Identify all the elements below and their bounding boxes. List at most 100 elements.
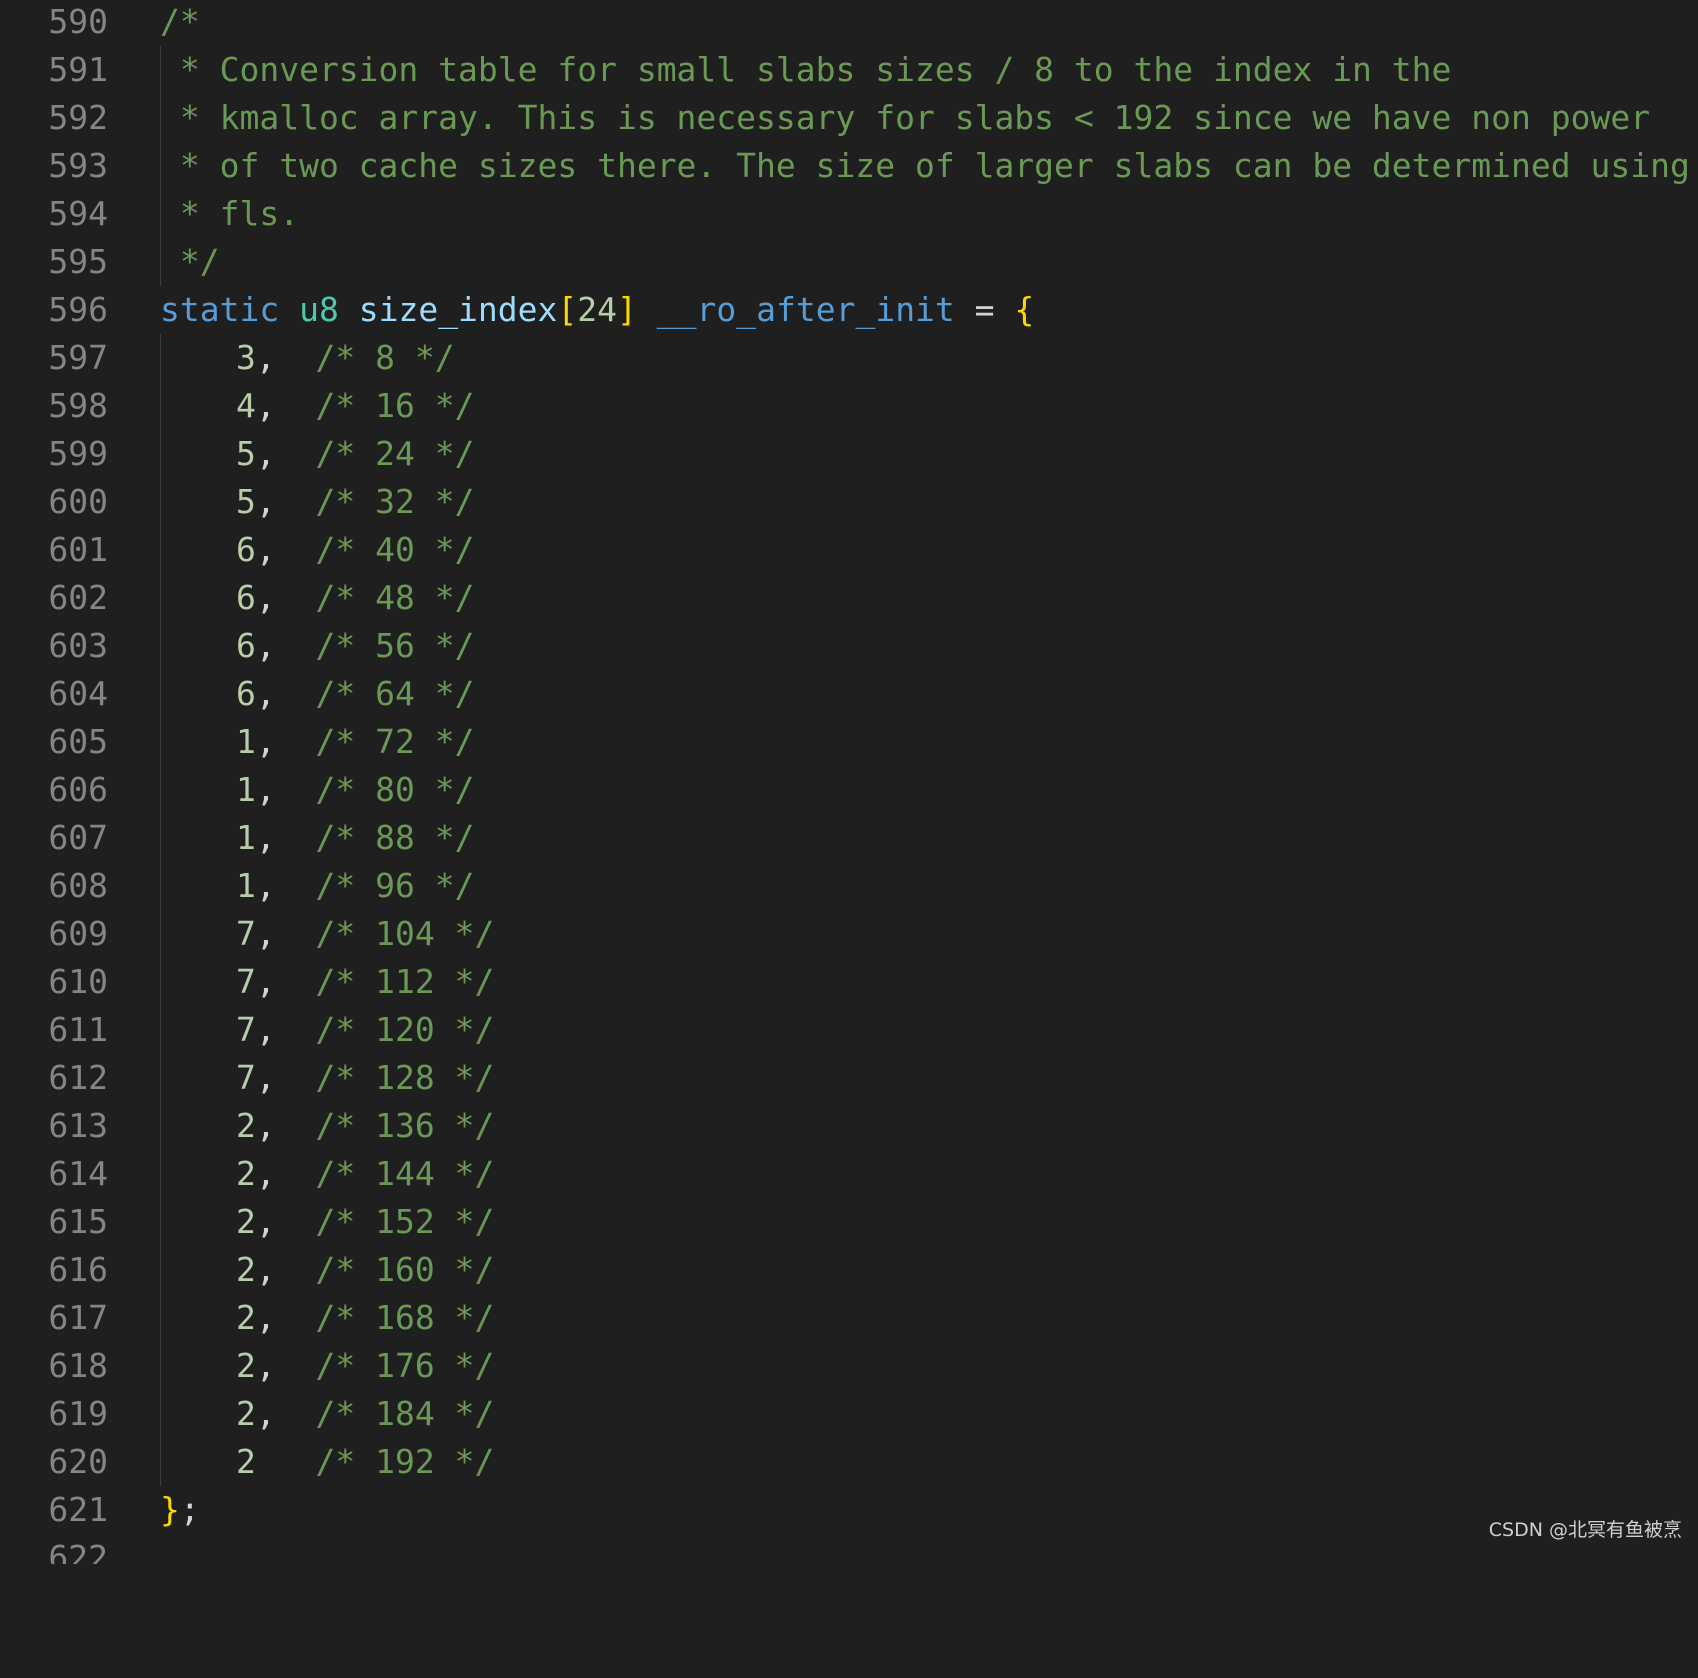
line-number: 590 [48,2,108,41]
entry-value: 7 [236,1058,256,1097]
code-line[interactable]: 603 6, /* 56 */ [0,622,1698,670]
entry-comment: /* 40 */ [315,530,475,569]
indent-guide [160,574,161,622]
entry-value: 2 [236,1154,256,1193]
code-line[interactable]: 611 7, /* 120 */ [0,1006,1698,1054]
entry-separator: , [255,626,276,665]
code-line[interactable]: 598 4, /* 16 */ [0,382,1698,430]
entry-separator: , [255,1346,276,1385]
array-entry: 2, /* 168 */ [236,1294,494,1342]
code-line[interactable]: 602 6, /* 48 */ [0,574,1698,622]
code-line[interactable]: 617 2, /* 168 */ [0,1294,1698,1342]
code-line[interactable]: 591 * Conversion table for small slabs s… [0,46,1698,94]
semicolon: ; [179,1490,200,1529]
assign-operator: = [954,290,1015,329]
watermark: CSDN @北冥有鱼被烹 [1488,1519,1682,1541]
code-line[interactable]: 610 7, /* 112 */ [0,958,1698,1006]
entry-comment: /* 128 */ [315,1058,495,1097]
indent-guide [160,670,161,718]
indent-guide [160,766,161,814]
code-line[interactable]: 599 5, /* 24 */ [0,430,1698,478]
line-number: 604 [48,674,108,713]
line-number: 596 [48,290,108,329]
code-line[interactable]: 596 static u8 size_index[24] __ro_after_… [0,286,1698,334]
entry-value: 7 [236,914,256,953]
code-line[interactable]: 615 2, /* 152 */ [0,1198,1698,1246]
line-number: 622 [48,1538,108,1564]
entry-comment: /* 152 */ [315,1202,495,1241]
line-number: 597 [48,338,108,377]
entry-comment: /* 144 */ [315,1154,495,1193]
array-entry: 5, /* 24 */ [236,430,474,478]
code-line[interactable]: 595 */ [0,238,1698,286]
code-line[interactable]: 621 }; [0,1486,1698,1534]
entry-comment: /* 160 */ [315,1250,495,1289]
indent-guide [160,718,161,766]
entry-separator: , [255,866,276,905]
code-line[interactable]: 613 2, /* 136 */ [0,1102,1698,1150]
line-number: 601 [48,530,108,569]
line-number: 594 [48,194,108,233]
code-line[interactable]: 619 2, /* 184 */ [0,1390,1698,1438]
code-line[interactable]: 590 /* [0,0,1698,46]
comment-text: * of two cache sizes there. The size of … [160,146,1690,185]
array-entry: 2, /* 136 */ [236,1102,494,1150]
entry-separator: , [255,770,276,809]
entry-comment: /* 64 */ [315,674,475,713]
code-line[interactable]: 600 5, /* 32 */ [0,478,1698,526]
code-line[interactable]: 622 [0,1534,1698,1564]
code-line[interactable]: 609 7, /* 104 */ [0,910,1698,958]
code-line[interactable]: 597 3, /* 8 */ [0,334,1698,382]
code-line[interactable]: 605 1, /* 72 */ [0,718,1698,766]
code-line[interactable]: 618 2, /* 176 */ [0,1342,1698,1390]
code-line[interactable]: 593 * of two cache sizes there. The size… [0,142,1698,190]
code-line[interactable]: 612 7, /* 128 */ [0,1054,1698,1102]
indent-guide [160,862,161,910]
code-line[interactable]: 592 * kmalloc array. This is necessary f… [0,94,1698,142]
line-number: 606 [48,770,108,809]
entry-value: 1 [236,770,256,809]
code-line[interactable]: 594 * fls. [0,190,1698,238]
indent-guide [160,958,161,1006]
entry-comment: /* 16 */ [315,386,475,425]
code-line[interactable]: 608 1, /* 96 */ [0,862,1698,910]
entry-value: 5 [236,482,256,521]
line-number: 602 [48,578,108,617]
code-editor[interactable]: 590 /* 591 * Conversion table for small … [0,0,1698,1564]
entry-value: 5 [236,434,256,473]
entry-separator: , [255,578,276,617]
array-entry: 2 /* 192 */ [236,1438,494,1486]
entry-value: 6 [236,626,256,665]
entry-separator: , [255,530,276,569]
line-number: 607 [48,818,108,857]
entry-value: 2 [236,1298,256,1337]
code-line[interactable]: 616 2, /* 160 */ [0,1246,1698,1294]
code-line[interactable]: 606 1, /* 80 */ [0,766,1698,814]
declaration: static u8 size_index[24] __ro_after_init… [160,286,1034,334]
line-number: 617 [48,1298,108,1337]
line-number: 609 [48,914,108,953]
line-number: 591 [48,50,108,89]
entry-separator: , [255,1394,276,1433]
line-number: 620 [48,1442,108,1481]
entry-separator: , [255,1202,276,1241]
line-number: 616 [48,1250,108,1289]
array-entry: 7, /* 120 */ [236,1006,494,1054]
entry-separator: , [255,1154,276,1193]
line-number: 613 [48,1106,108,1145]
line-number: 619 [48,1394,108,1433]
entry-separator: , [255,386,276,425]
indent-guide [160,1390,161,1438]
array-entry: 3, /* 8 */ [236,334,455,382]
code-line[interactable]: 601 6, /* 40 */ [0,526,1698,574]
entry-value: 2 [236,1346,256,1385]
array-entry: 2, /* 176 */ [236,1342,494,1390]
code-line[interactable]: 620 2 /* 192 */ [0,1438,1698,1486]
array-entry: 6, /* 64 */ [236,670,474,718]
code-line[interactable]: 604 6, /* 64 */ [0,670,1698,718]
entry-value: 2 [236,1442,256,1481]
code-line[interactable]: 614 2, /* 144 */ [0,1150,1698,1198]
code-line[interactable]: 607 1, /* 88 */ [0,814,1698,862]
entry-comment: /* 112 */ [315,962,495,1001]
entry-value: 6 [236,674,256,713]
